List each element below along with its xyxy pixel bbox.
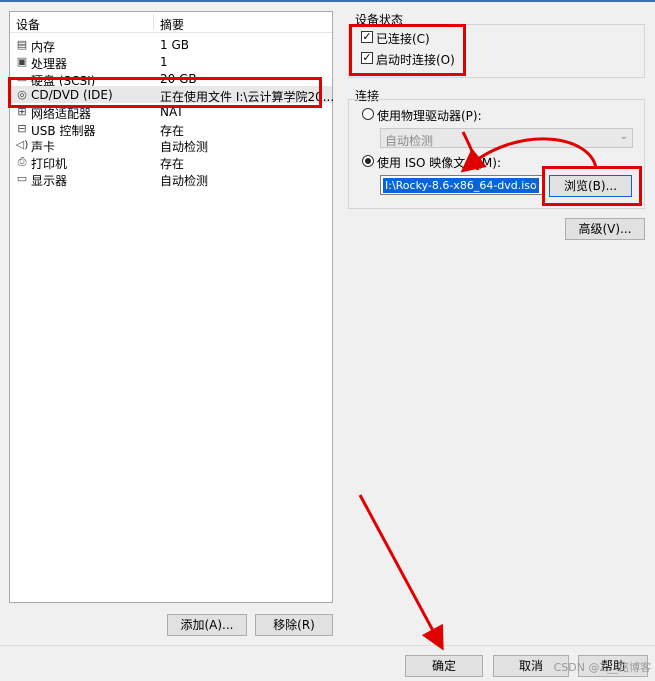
- arrow-to-ok: [358, 494, 444, 651]
- arrow-to-iso: [460, 137, 598, 173]
- annotation-arrows: [358, 131, 598, 651]
